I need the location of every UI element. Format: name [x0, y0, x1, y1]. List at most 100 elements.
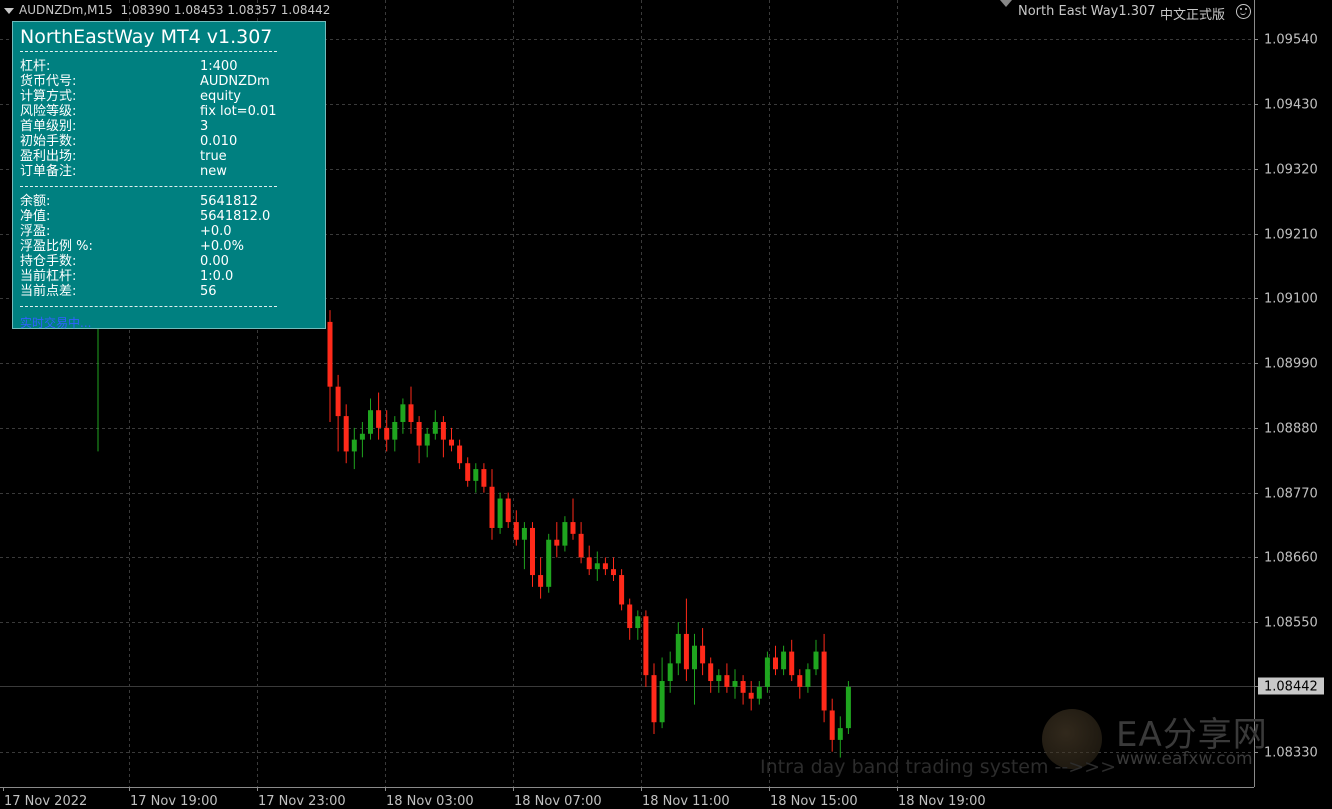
candle-body: [481, 469, 487, 487]
candle-body: [627, 604, 633, 629]
candle-body: [756, 686, 762, 699]
ohlc-values: 1.08390 1.08453 1.08357 1.08442: [120, 3, 331, 17]
candlestick-series: [95, 263, 851, 758]
info-key: 当前杠杆:: [20, 269, 77, 284]
candle-body: [813, 651, 819, 670]
candle-body: [732, 681, 738, 687]
candle: [562, 516, 568, 552]
info-value: 1:0.0: [200, 269, 234, 284]
candle: [343, 404, 349, 464]
info-value: +0.0: [200, 224, 232, 239]
candle: [651, 663, 657, 735]
candle-body: [692, 645, 697, 670]
candle-body: [457, 445, 463, 464]
y-tick-label: 1.08550: [1264, 616, 1318, 631]
candle-body: [773, 657, 778, 670]
smiley-icon[interactable]: [1236, 4, 1251, 19]
candle: [457, 439, 463, 470]
candle-body: [805, 669, 811, 687]
candle-body: [521, 527, 527, 540]
candle: [376, 392, 382, 440]
candle-body: [497, 498, 503, 528]
candle: [424, 427, 430, 458]
candle: [465, 457, 471, 487]
info-key: 净值:: [20, 209, 51, 224]
candle-body: [675, 633, 681, 664]
info-value: 56: [200, 284, 217, 299]
y-tick-label: 1.09210: [1264, 228, 1318, 243]
watermark-url: www.eafxw.com: [1116, 749, 1253, 769]
candle-body: [505, 498, 511, 523]
candle-body: [594, 563, 600, 570]
candle-body: [562, 522, 568, 546]
candle: [659, 657, 665, 729]
candle: [724, 663, 730, 693]
triangle-down-icon: [1000, 0, 1012, 7]
candle: [740, 675, 746, 705]
candle: [708, 657, 714, 693]
candle: [521, 522, 527, 570]
symbol-label: AUDNZDm,M15: [19, 3, 113, 17]
info-key: 杠杆:: [20, 59, 51, 74]
candle: [756, 681, 762, 705]
candle: [554, 522, 560, 558]
divider: [20, 186, 277, 187]
candle-body: [602, 563, 608, 570]
candle: [635, 610, 641, 640]
info-key: 订单备注:: [20, 164, 77, 179]
candle: [602, 557, 608, 576]
candle: [368, 398, 373, 440]
candle: [643, 610, 649, 687]
symbol-menu-icon[interactable]: [4, 7, 14, 14]
candle: [837, 716, 843, 758]
x-tick-label: 17 Nov 2022: [4, 794, 87, 809]
candle-body: [586, 557, 592, 570]
candle-body: [465, 463, 471, 481]
candle: [675, 622, 681, 676]
candle-body: [821, 651, 827, 711]
candle: [692, 633, 697, 705]
candle-body: [359, 433, 365, 440]
candle-body: [619, 575, 625, 605]
candle: [546, 533, 552, 593]
ea-info-panel: NorthEastWay MT4 v1.307 杠杆: 1:400 货币代号: AUD…: [12, 21, 326, 330]
info-value: true: [200, 149, 227, 164]
y-tick-label: 1.09100: [1264, 292, 1318, 307]
candle-body: [748, 692, 754, 699]
candle-body: [400, 404, 406, 422]
candle-body: [845, 686, 851, 729]
y-tick-label: 1.09540: [1264, 33, 1318, 48]
candle: [384, 410, 390, 452]
candle-body: [392, 421, 398, 440]
candle-body: [554, 539, 560, 546]
candle: [570, 498, 576, 540]
x-tick-label: 18 Nov 03:00: [386, 794, 474, 809]
info-value: 0.00: [200, 254, 229, 269]
info-key: 浮盈比例 %:: [20, 239, 93, 254]
candle: [781, 645, 787, 676]
candle-body: [740, 681, 746, 693]
candle-body: [764, 657, 770, 687]
candle-body: [489, 486, 495, 528]
candle: [497, 492, 503, 534]
info-value: 5641812: [200, 194, 258, 209]
info-key: 初始手数:: [20, 134, 77, 149]
info-key: 首单级别:: [20, 119, 77, 134]
symbol-bar[interactable]: AUDNZDm,M15 1.08390 1.08453 1.08357 1.08…: [4, 3, 330, 17]
candle-body: [440, 421, 446, 440]
x-tick-label: 18 Nov 19:00: [898, 794, 986, 809]
panel-title: NorthEastWay MT4 v1.307: [20, 26, 273, 48]
candle: [481, 463, 487, 493]
info-value: fix lot=0.01: [200, 104, 277, 119]
ad-text: Intra day band trading system -->>>: [760, 756, 1117, 778]
candle-body: [829, 710, 835, 740]
info-value: equity: [200, 89, 241, 104]
candle-body: [724, 675, 730, 687]
info-key: 持仓手数:: [20, 254, 77, 269]
candle: [845, 681, 851, 735]
edition-label: 中文正式版: [1160, 8, 1226, 23]
info-value: new: [200, 164, 227, 179]
candle-body: [789, 651, 795, 676]
y-tick-label: 1.08880: [1264, 422, 1318, 437]
candle: [530, 522, 535, 587]
